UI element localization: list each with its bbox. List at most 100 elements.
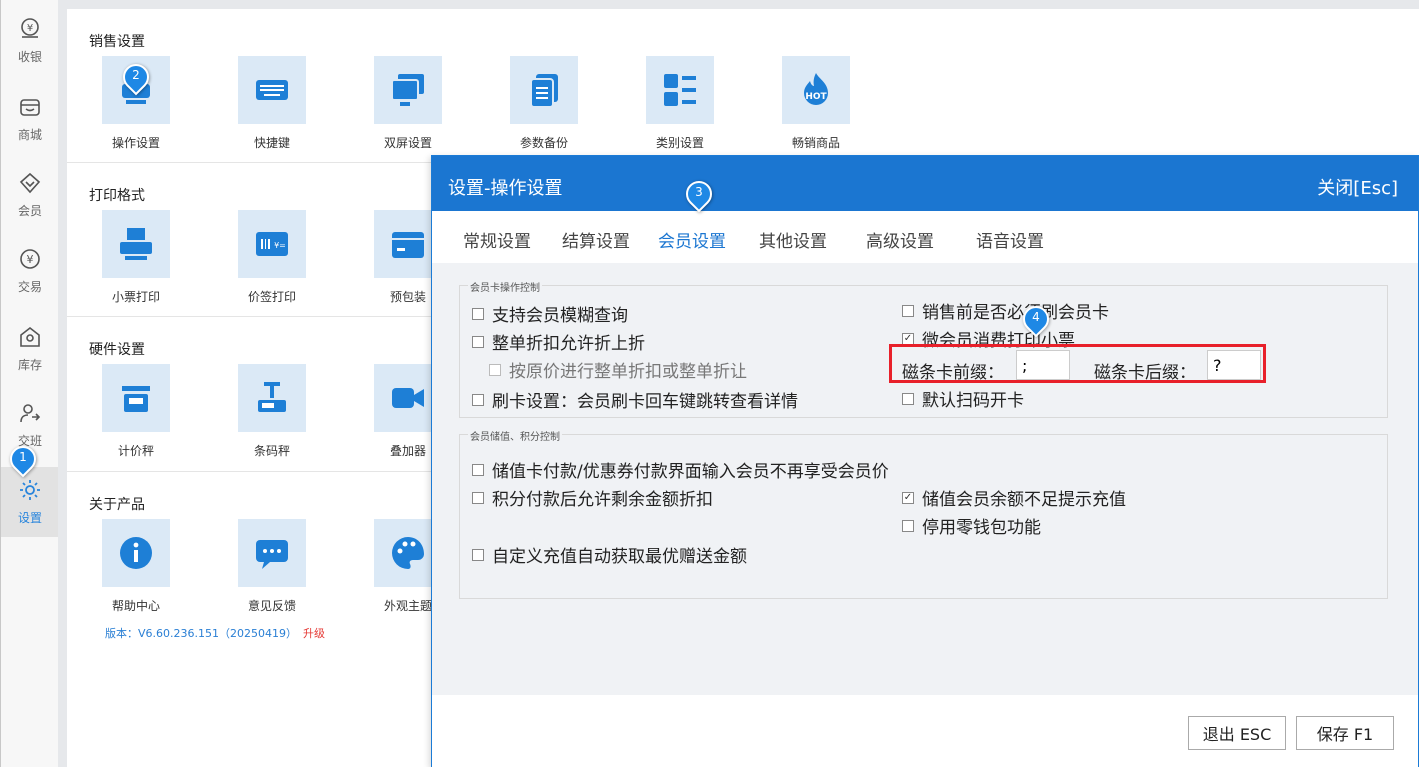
dialog-body: 会员卡操作控制 支持会员模糊查询 整单折扣允许折上折 按原价进行整单折扣或整单折… [432, 263, 1418, 695]
tile-help-center[interactable]: 帮助中心 [86, 519, 186, 614]
scale-icon [102, 364, 170, 432]
category-list-icon [646, 56, 714, 124]
left-nav: ¥ 收银 商城 会员 ¥ 交易 库存 交班 设置 [0, 0, 59, 767]
section-title-about: 关于产品 [89, 497, 145, 513]
shop-icon [17, 94, 43, 120]
nav-item-member[interactable]: 会员 [1, 160, 59, 230]
tile-label: 小票打印 [111, 290, 160, 304]
tile-label: 快捷键 [253, 136, 290, 150]
checkbox-checked[interactable]: ✓ [902, 332, 914, 345]
checkbox[interactable] [472, 491, 484, 504]
gutter [58, 0, 67, 767]
option-auto-best-bonus[interactable]: 自定义充值自动获取最优赠送金额 [472, 542, 747, 567]
nav-label: 库存 [17, 358, 42, 372]
exit-button[interactable]: 退出 ESC [1188, 716, 1286, 750]
tab-bar: 常规设置 结算设置 会员设置 其他设置 高级设置 语音设置 [432, 211, 1418, 263]
callout-marker-4: 4 [1017, 300, 1055, 338]
info-icon [102, 519, 170, 587]
tab-advanced[interactable]: 高级设置 [866, 227, 934, 252]
tile-label: 帮助中心 [111, 599, 160, 613]
version-text: 版本：V6.60.236.151（20250419） [105, 627, 297, 640]
close-button[interactable]: 关闭[Esc] [1317, 174, 1398, 200]
monitor-icon [374, 56, 442, 124]
dialog-footer: 退出 ESC 保存 F1 [432, 695, 1418, 767]
tab-other[interactable]: 其他设置 [759, 227, 827, 252]
nav-label: 交易 [17, 280, 42, 294]
price-tag-icon: ¥= [238, 210, 306, 278]
section-title-hardware: 硬件设置 [89, 342, 145, 358]
section-divider [67, 471, 433, 472]
tile-category-settings[interactable]: 类别设置 [630, 56, 730, 151]
yen-icon: ¥ [17, 246, 43, 272]
hot-badge: HOT [805, 92, 827, 102]
stored-value-points-group: 会员储值、积分控制 储值卡付款/优惠券付款界面输入会员不再享受会员价 积分付款后… [459, 428, 1388, 599]
checkbox[interactable] [472, 393, 484, 406]
tab-member[interactable]: 会员设置 [658, 227, 726, 252]
nav-label: 会员 [17, 204, 42, 218]
option-points-remaining-discount[interactable]: 积分付款后允许剩余金额折扣 [472, 485, 713, 510]
version-info: 版本：V6.60.236.151（20250419） 升级 [105, 625, 325, 641]
checkbox[interactable] [472, 335, 484, 348]
checkbox[interactable] [902, 392, 914, 405]
dialog-title: 设置-操作设置 [448, 178, 563, 199]
tile-barcode-scale[interactable]: 条码秤 [222, 364, 322, 459]
tab-general[interactable]: 常规设置 [463, 227, 531, 252]
cashier-icon: ¥ [17, 16, 43, 42]
tile-best-sellers[interactable]: HOT 畅销商品 [766, 56, 866, 151]
option-swipe-enter-detail[interactable]: 刷卡设置：会员刷卡回车键跳转查看详情 [472, 387, 798, 412]
tile-price-scale[interactable]: 计价秤 [86, 364, 186, 459]
tab-checkout[interactable]: 结算设置 [562, 227, 630, 252]
inventory-icon [17, 324, 43, 350]
nav-item-transaction[interactable]: ¥ 交易 [1, 236, 59, 306]
nav-item-settings[interactable]: 设置 [1, 467, 59, 537]
tile-label: 类别设置 [655, 136, 704, 150]
option-require-card-before-sale[interactable]: 销售前是否必须刷会员卡 [902, 298, 1109, 323]
callout-marker-1: 1 [4, 440, 42, 478]
section-divider [67, 316, 433, 317]
printer-icon [102, 210, 170, 278]
nav-item-shop[interactable]: 商城 [1, 84, 59, 154]
tile-label: 畅销商品 [791, 136, 840, 150]
checkbox[interactable] [489, 363, 501, 376]
option-scan-open-card[interactable]: 默认扫码开卡 [902, 386, 1024, 411]
svg-text:¥=: ¥= [274, 241, 286, 250]
upgrade-link[interactable]: 升级 [303, 627, 325, 640]
group-title: 会员卡操作控制 [468, 279, 542, 294]
checkbox[interactable] [902, 304, 914, 317]
tile-label: 双屏设置 [383, 136, 432, 150]
checkbox[interactable] [902, 519, 914, 532]
section-title-print: 打印格式 [89, 188, 145, 204]
svg-text:¥: ¥ [27, 253, 34, 266]
option-discount-stack[interactable]: 整单折扣允许折上折 [472, 329, 645, 354]
save-button[interactable]: 保存 F1 [1296, 716, 1394, 750]
svg-text:¥: ¥ [27, 23, 33, 34]
section-title-sales: 销售设置 [89, 34, 145, 50]
tile-feedback[interactable]: 意见反馈 [222, 519, 322, 614]
option-fuzzy-search[interactable]: 支持会员模糊查询 [472, 301, 628, 326]
document-icon [510, 56, 578, 124]
checkbox-checked[interactable]: ✓ [902, 491, 914, 504]
checkbox[interactable] [472, 548, 484, 561]
nav-label: 设置 [17, 511, 42, 525]
tile-price-tag-print[interactable]: ¥= 价签打印 [222, 210, 322, 305]
option-disable-wallet[interactable]: 停用零钱包功能 [902, 513, 1041, 538]
tile-param-backup[interactable]: 参数备份 [494, 56, 594, 151]
top-strip [58, 0, 1419, 9]
checkbox[interactable] [472, 463, 484, 476]
section-divider [67, 162, 433, 163]
nav-item-cashier[interactable]: ¥ 收银 [1, 6, 59, 76]
chat-bubble-icon [238, 519, 306, 587]
tile-shortcut-keys[interactable]: 快捷键 [222, 56, 322, 151]
tile-receipt-print[interactable]: 小票打印 [86, 210, 186, 305]
checkbox[interactable] [472, 307, 484, 320]
tile-label: 计价秤 [117, 444, 154, 458]
nav-item-inventory[interactable]: 库存 [1, 314, 59, 384]
option-original-price-discount[interactable]: 按原价进行整单折扣或整单折让 [489, 357, 747, 382]
tab-voice[interactable]: 语音设置 [976, 227, 1044, 252]
tile-label: 条码秤 [253, 444, 290, 458]
group-title: 会员储值、积分控制 [468, 428, 562, 443]
tile-dual-screen[interactable]: 双屏设置 [358, 56, 458, 151]
nav-label: 收银 [17, 50, 42, 64]
option-low-balance-prompt[interactable]: ✓ 储值会员余额不足提示充值 [902, 485, 1126, 510]
option-stored-card-no-member-price[interactable]: 储值卡付款/优惠券付款界面输入会员不再享受会员价 [472, 457, 889, 482]
